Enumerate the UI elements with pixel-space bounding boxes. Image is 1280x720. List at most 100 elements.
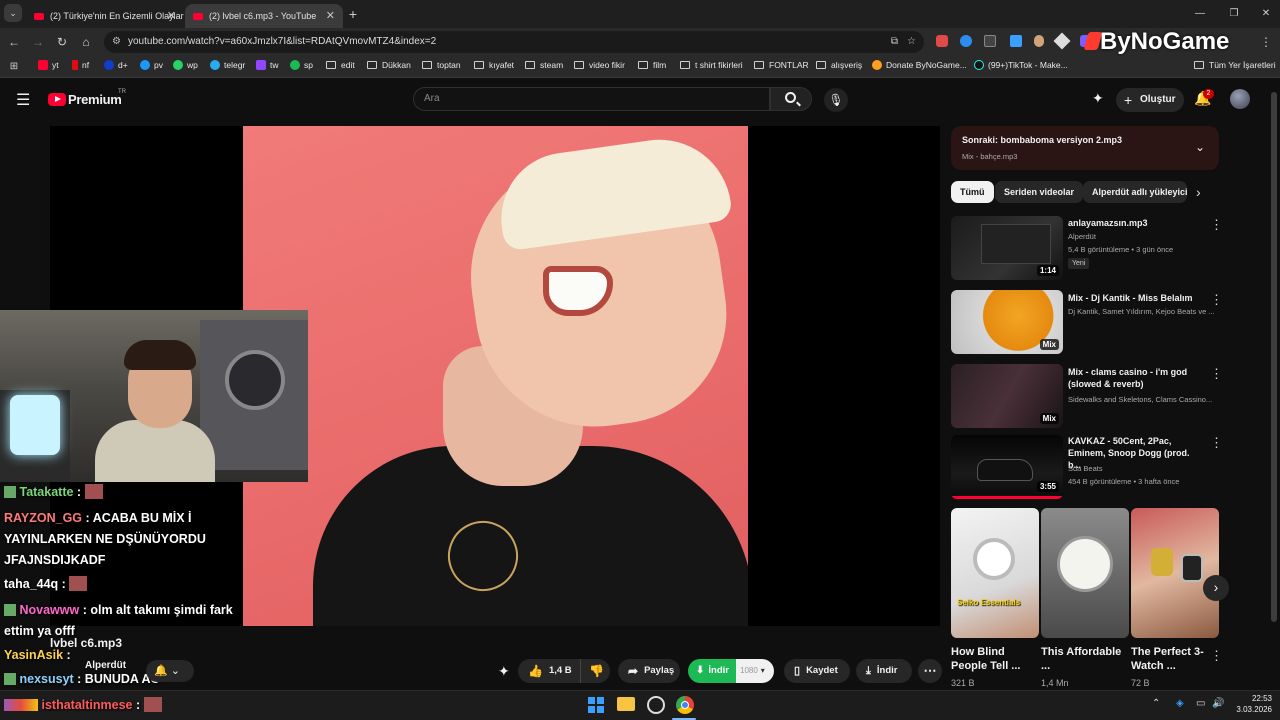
short-title[interactable]: How Blind People Tell ... [951,645,1033,673]
short-title[interactable]: This Affordable ... [1041,645,1123,673]
video-title[interactable]: anlayamazsın.mp3 [1068,217,1204,229]
browser-menu-icon[interactable]: ⋮ [1256,32,1276,52]
taskbar-time[interactable]: 22:53 [1232,694,1272,703]
more-options-icon[interactable]: ⋮ [1210,366,1223,382]
like-button[interactable]: 👍 1,4 B [518,659,580,683]
chip-all[interactable]: Tümü [951,181,994,203]
bookmark-item[interactable]: d+ [104,60,128,70]
taskbar-date[interactable]: 3.03.2026 [1224,705,1272,714]
volume-icon[interactable]: 🔊 [1212,698,1224,709]
video-thumbnail[interactable]: 3:55 [951,435,1063,499]
chip-uploader[interactable]: Alperdüt adlı yükleyici [1083,181,1187,203]
extension-icon[interactable] [984,35,996,47]
minimize-button[interactable]: — [1190,4,1210,24]
bookmark-folder[interactable]: video fikir [574,60,625,70]
more-actions-button[interactable]: ⋯ [918,659,942,683]
share-button[interactable]: ➦ Paylaş [618,659,680,683]
bookmark-item[interactable]: pv [140,60,163,70]
quality-select[interactable]: 1080 ▾ [736,659,774,683]
restore-button[interactable]: ❐ [1224,4,1244,24]
bookmark-item[interactable]: Donate ByNoGame... [872,60,967,70]
extension-icon[interactable] [960,35,972,47]
extension-sparkle-icon[interactable]: ✦ [498,663,510,680]
hamburger-menu-icon[interactable]: ☰ [16,90,30,110]
video-thumbnail[interactable]: Mix [951,290,1063,354]
download-extension-button[interactable]: ⬇ İndir [688,659,736,683]
bookmark-folder[interactable]: Dükkan [367,60,411,70]
search-input[interactable]: Ara [413,87,770,111]
more-options-icon[interactable]: ⋮ [1210,217,1223,233]
subscribe-bell-button[interactable]: 🔔 ⌄ [146,660,194,682]
extension-icon[interactable] [1010,35,1022,47]
page-scrollbar[interactable] [1271,92,1277,622]
back-icon[interactable]: ← [4,32,24,52]
site-info-icon[interactable]: ⚙ [112,31,121,53]
create-button[interactable]: + Oluştur [1116,88,1184,112]
chevron-down-icon[interactable]: ⌄ [1195,140,1205,154]
browser-tab[interactable]: (2) Türkiye'nin En Gizemli Olaylar ✕ [26,4,184,28]
chevron-right-icon[interactable]: › [1196,184,1201,200]
next-up-card[interactable]: Sonraki: bombaboma versiyon 2.mp3 Mix - … [951,126,1219,170]
bookmark-item[interactable]: wp [173,60,198,70]
close-tab-icon[interactable]: ✕ [167,9,176,22]
short-thumbnail[interactable] [1131,508,1219,638]
video-title[interactable]: Mix - Dj Kantik - Miss Belalım [1068,292,1204,304]
tray-chevron-icon[interactable]: ⌃ [1152,698,1160,709]
bookmark-item[interactable]: telegr [210,60,245,70]
bookmark-folder[interactable]: FONTLAR [754,60,809,70]
bookmark-star-icon[interactable]: ☆ [907,31,916,53]
all-bookmarks-folder[interactable]: Tüm Yer İşaretleri [1194,60,1276,70]
address-bar[interactable]: ⚙ youtube.com/watch?v=a60xJmzlx7I&list=R… [104,31,924,53]
account-avatar[interactable] [1230,89,1250,109]
short-title[interactable]: The Perfect 3-Watch ... [1131,645,1213,673]
youtube-logo-icon[interactable] [48,93,66,106]
chip-series[interactable]: Seriden videolar [995,181,1084,203]
download-button[interactable]: ⤓ İndir [856,659,912,683]
video-thumbnail[interactable]: Mix [951,364,1063,428]
close-tab-icon[interactable]: ✕ [326,9,335,22]
more-options-icon[interactable]: ⋮ [1210,435,1223,451]
extension-sparkle-icon[interactable]: ✦ [1092,90,1104,107]
more-options-icon[interactable]: ⋮ [1210,292,1223,308]
short-thumbnail[interactable]: Seiko Essentials [951,508,1039,638]
voice-search-icon[interactable]: 🎙 [824,88,848,112]
more-options-icon[interactable]: ⋮ [1210,648,1223,664]
video-title[interactable]: Mix - clams casino - i'm god (slowed & r… [1068,366,1204,390]
forward-icon[interactable]: → [28,32,48,52]
bookmark-item[interactable]: nf [72,60,89,70]
new-tab-button[interactable]: + [343,4,363,24]
short-thumbnail[interactable] [1041,508,1129,638]
bookmark-item[interactable]: sp [290,60,313,70]
file-explorer-icon[interactable] [617,697,635,711]
bookmark-folder[interactable]: alışveriş [816,60,862,70]
browser-tab-active[interactable]: (2) lvbel c6.mp3 - YouTube ✕ [185,4,343,28]
chrome-icon[interactable] [676,696,694,714]
bookmark-folder[interactable]: toptan [422,60,461,70]
extension-icon[interactable] [1034,35,1044,47]
bookmark-folder[interactable]: t shirt fikirleri [680,60,743,70]
youtube-premium-logo[interactable]: Premium [68,92,122,107]
bookmark-item[interactable]: tw [256,60,279,70]
bookmark-folder[interactable]: film [638,60,666,70]
save-button[interactable]: ▯ Kaydet [784,659,850,683]
home-icon[interactable]: ⌂ [76,32,96,52]
bookmark-item[interactable]: yt [38,60,59,70]
tab-search-icon[interactable]: ⌄ [4,4,22,22]
bookmark-item[interactable]: (99+)TikTok - Make... [974,60,1068,70]
video-frame[interactable] [243,126,748,626]
bookmark-folder[interactable]: steam [525,60,563,70]
bookmark-folder[interactable]: kıyafet [474,60,514,70]
obs-icon[interactable] [647,696,665,714]
windows-start-icon[interactable] [588,697,604,713]
cast-icon[interactable]: ⧉ [891,31,898,53]
video-thumbnail[interactable]: 1:14 [951,216,1063,280]
apps-grid-icon[interactable]: ⊞ [4,57,24,77]
bookmark-folder[interactable]: edit [326,60,355,70]
chevron-right-icon[interactable]: › [1203,575,1229,601]
dislike-button[interactable]: 👎 [580,659,610,683]
channel-name[interactable]: Alperdüt [85,660,126,671]
extension-icon[interactable] [936,35,948,47]
close-window-button[interactable]: ✕ [1256,4,1276,24]
tray-app-icon[interactable]: ◈ [1176,698,1184,709]
network-icon[interactable]: ▭ [1196,698,1205,709]
